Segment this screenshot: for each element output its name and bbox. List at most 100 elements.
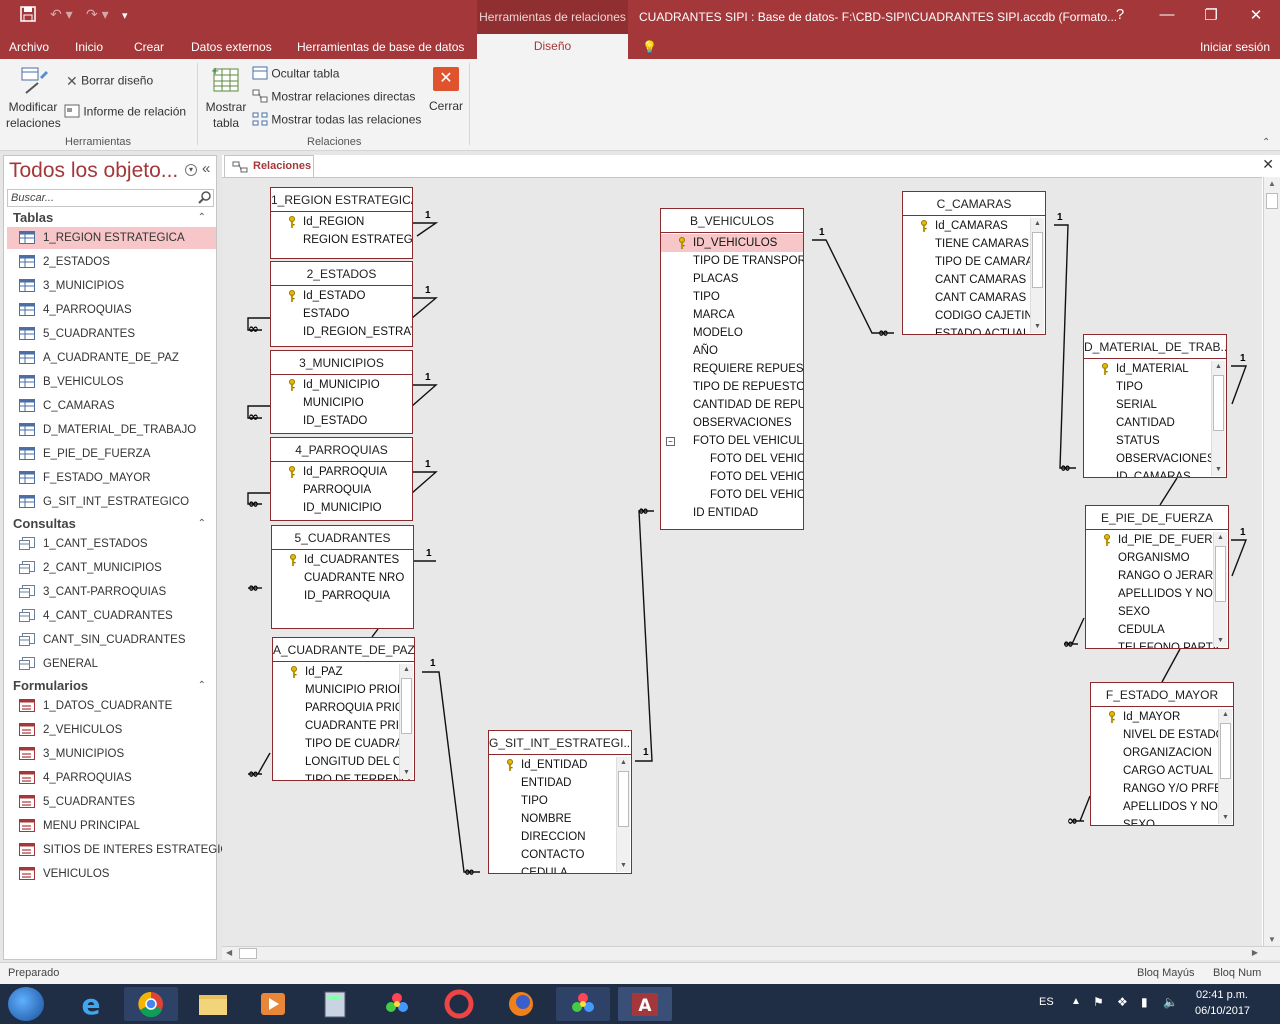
nav-table-item[interactable]: 4_PARROQUIAS xyxy=(7,299,216,321)
nav-form-item[interactable]: 4_PARROQUIAS xyxy=(7,767,216,789)
horizontal-scrollbar[interactable]: ◀ ▶ xyxy=(222,946,1280,960)
vertical-scroll-thumb[interactable] xyxy=(1266,193,1278,209)
table-title[interactable]: 2_ESTADOS xyxy=(271,262,412,286)
field-row[interactable]: ORGANIZACION xyxy=(1091,744,1233,762)
field-row[interactable]: Id_MATERIAL xyxy=(1084,360,1226,378)
tab-relaciones[interactable]: Relaciones xyxy=(224,155,314,177)
scroll-down-icon[interactable]: ▼ xyxy=(617,860,630,872)
field-row[interactable]: ID_CAMARAS xyxy=(1084,468,1226,477)
relationship-line[interactable] xyxy=(1159,477,1178,506)
table-title[interactable]: C_CAMARAS xyxy=(903,192,1045,216)
close-window-button[interactable]: ✕ xyxy=(1241,6,1271,24)
nav-form-item[interactable]: MENU PRINCIPAL xyxy=(7,815,216,837)
field-row[interactable]: PLACAS xyxy=(661,270,803,288)
field-row[interactable]: CODIGO CAJETIN xyxy=(903,307,1045,325)
table-title[interactable]: 1_REGION ESTRATEGICA xyxy=(271,188,412,212)
scroll-thumb[interactable] xyxy=(1215,546,1226,602)
table-title[interactable]: F_ESTADO_MAYOR xyxy=(1091,683,1233,707)
relationship-line[interactable] xyxy=(812,239,894,334)
field-row[interactable]: RANGO Y/O PRFES xyxy=(1091,780,1233,798)
field-row[interactable]: TIENE CAMARAS xyxy=(903,235,1045,253)
table-scrollbar[interactable]: ▲ ▼ xyxy=(1030,218,1044,333)
nav-query-item[interactable]: CANT_SIN_CUADRANTES xyxy=(7,629,216,651)
clock-time[interactable]: 02:41 p.m. xyxy=(1196,989,1248,1001)
save-icon[interactable] xyxy=(20,6,36,25)
relationship-line[interactable] xyxy=(1231,365,1248,405)
field-row[interactable]: REQUIERE REPUESTOS xyxy=(661,360,803,378)
scroll-down-icon[interactable]: ▼ xyxy=(1219,812,1232,824)
scroll-down-icon[interactable]: ▼ xyxy=(1214,635,1227,647)
table-scrollbar[interactable]: ▲ ▼ xyxy=(1211,361,1225,476)
field-row[interactable]: FOTO DEL VEHICU xyxy=(661,468,803,486)
field-row[interactable]: SERIAL xyxy=(1084,396,1226,414)
borrar-diseno-button[interactable]: ✕ Borrar diseño xyxy=(66,73,153,90)
language-indicator[interactable]: ES xyxy=(1039,996,1054,1008)
table-parroquias[interactable]: 4_PARROQUIAS Id_PARROQUIA PARROQUIA ID_MUNI… xyxy=(270,437,413,521)
relationship-line[interactable] xyxy=(1231,539,1248,577)
scroll-left-icon[interactable]: ◀ xyxy=(226,948,232,957)
table-paz[interactable]: A_CUADRANTE_DE_PAZ Id_PAZ MUNICIPIO PRIOR P… xyxy=(272,637,415,781)
field-row[interactable]: Id_ENTIDAD xyxy=(489,756,631,774)
field-row[interactable]: FOTO DEL VEHICU xyxy=(661,450,803,468)
nav-section-formularios[interactable]: Formularios xyxy=(13,678,88,693)
mostrar-todas-relaciones-button[interactable]: Mostrar todas las relaciones xyxy=(252,112,421,129)
nav-table-item[interactable]: 1_REGION ESTRATEGICA xyxy=(7,227,216,249)
flag-icon[interactable]: ⚑ xyxy=(1093,995,1104,1009)
table-title[interactable]: D_MATERIAL_DE_TRAB... xyxy=(1084,335,1226,359)
field-row[interactable]: Id_PAZ xyxy=(273,663,414,681)
internet-explorer-icon[interactable]: e xyxy=(64,987,118,1021)
nav-table-item[interactable]: 3_MUNICIPIOS xyxy=(7,275,216,297)
table-sit[interactable]: G_SIT_INT_ESTRATEGI... Id_ENTIDAD ENTIDAD T… xyxy=(488,730,632,874)
scroll-thumb[interactable] xyxy=(1032,232,1043,288)
field-row[interactable]: CUADRANTE NRO xyxy=(272,569,413,587)
volume-icon[interactable]: 🔈 xyxy=(1163,995,1178,1009)
nav-query-item[interactable]: 2_CANT_MUNICIPIOS xyxy=(7,557,216,579)
scroll-thumb[interactable] xyxy=(1213,375,1224,431)
field-row[interactable]: ID ENTIDAD xyxy=(661,504,803,522)
table-title[interactable]: 5_CUADRANTES xyxy=(272,526,413,550)
clock-date[interactable]: 06/10/2017 xyxy=(1195,1005,1250,1017)
photos-app-icon[interactable] xyxy=(370,987,424,1021)
nav-table-item[interactable]: G_SIT_INT_ESTRATEGICO xyxy=(7,491,216,513)
tab-inicio[interactable]: Inicio xyxy=(75,40,103,54)
relationship-line[interactable] xyxy=(413,222,439,237)
field-row[interactable]: STATUS xyxy=(1084,432,1226,450)
field-row[interactable]: PARROQUIA PRIOI xyxy=(273,699,414,717)
modificar-relaciones-button[interactable]: Modificar relaciones xyxy=(6,65,61,131)
field-row[interactable]: CANTIDAD xyxy=(1084,414,1226,432)
nav-table-item[interactable]: C_CAMARAS xyxy=(7,395,216,417)
field-row[interactable]: TIPO DE REPUESTOS xyxy=(661,378,803,396)
collapse-section-icon[interactable]: ⌃ xyxy=(198,680,206,691)
nav-query-item[interactable]: 1_CANT_ESTADOS xyxy=(7,533,216,555)
table-estados[interactable]: 2_ESTADOS Id_ESTADO ESTADO ID_REGION_ESTRAT… xyxy=(270,261,413,347)
field-row[interactable]: APELLIDOS Y NOM xyxy=(1091,798,1233,816)
file-explorer-icon[interactable] xyxy=(186,987,240,1021)
field-row[interactable]: CARGO ACTUAL xyxy=(1091,762,1233,780)
field-row[interactable]: Id_ESTADO xyxy=(271,287,412,305)
scroll-thumb[interactable] xyxy=(1220,723,1231,779)
field-row[interactable]: LONGITUD DEL CU xyxy=(273,753,414,771)
field-row[interactable]: ID_VEHICULOS xyxy=(661,234,803,252)
scroll-up-icon[interactable]: ▲ xyxy=(617,757,630,769)
field-row[interactable]: MODELO xyxy=(661,324,803,342)
table-title[interactable]: B_VEHICULOS xyxy=(661,209,803,233)
mostrar-tabla-button[interactable]: + Mostrar tabla xyxy=(203,65,249,131)
restore-button[interactable]: ❐ xyxy=(1196,6,1226,24)
table-scrollbar[interactable]: ▲ ▼ xyxy=(616,757,630,872)
field-row[interactable]: TIPO DE CAMARA xyxy=(903,253,1045,271)
scroll-down-icon[interactable]: ▼ xyxy=(1031,321,1044,333)
scroll-thumb[interactable] xyxy=(401,678,412,734)
field-row[interactable]: CANT CAMARAS FI xyxy=(903,271,1045,289)
field-row[interactable]: TIPO xyxy=(1084,378,1226,396)
network-icon[interactable]: ▮ xyxy=(1141,995,1148,1009)
nav-query-item[interactable]: GENERAL xyxy=(7,653,216,675)
scroll-down-icon[interactable]: ▼ xyxy=(1264,935,1280,944)
table-scrollbar[interactable]: ▲ ▼ xyxy=(1218,709,1232,824)
table-title[interactable]: 4_PARROQUIAS xyxy=(271,438,412,462)
field-row[interactable]: ID_ESTADO xyxy=(271,412,412,430)
field-row[interactable]: TIPO xyxy=(661,288,803,306)
vertical-scrollbar[interactable]: ▲ ▼ xyxy=(1263,177,1280,946)
undo-icon[interactable]: ↶ ▾ xyxy=(50,6,73,23)
field-row[interactable]: Id_PIE_DE_FUERZA xyxy=(1086,531,1228,549)
field-row[interactable]: CANTIDAD DE REPUES xyxy=(661,396,803,414)
